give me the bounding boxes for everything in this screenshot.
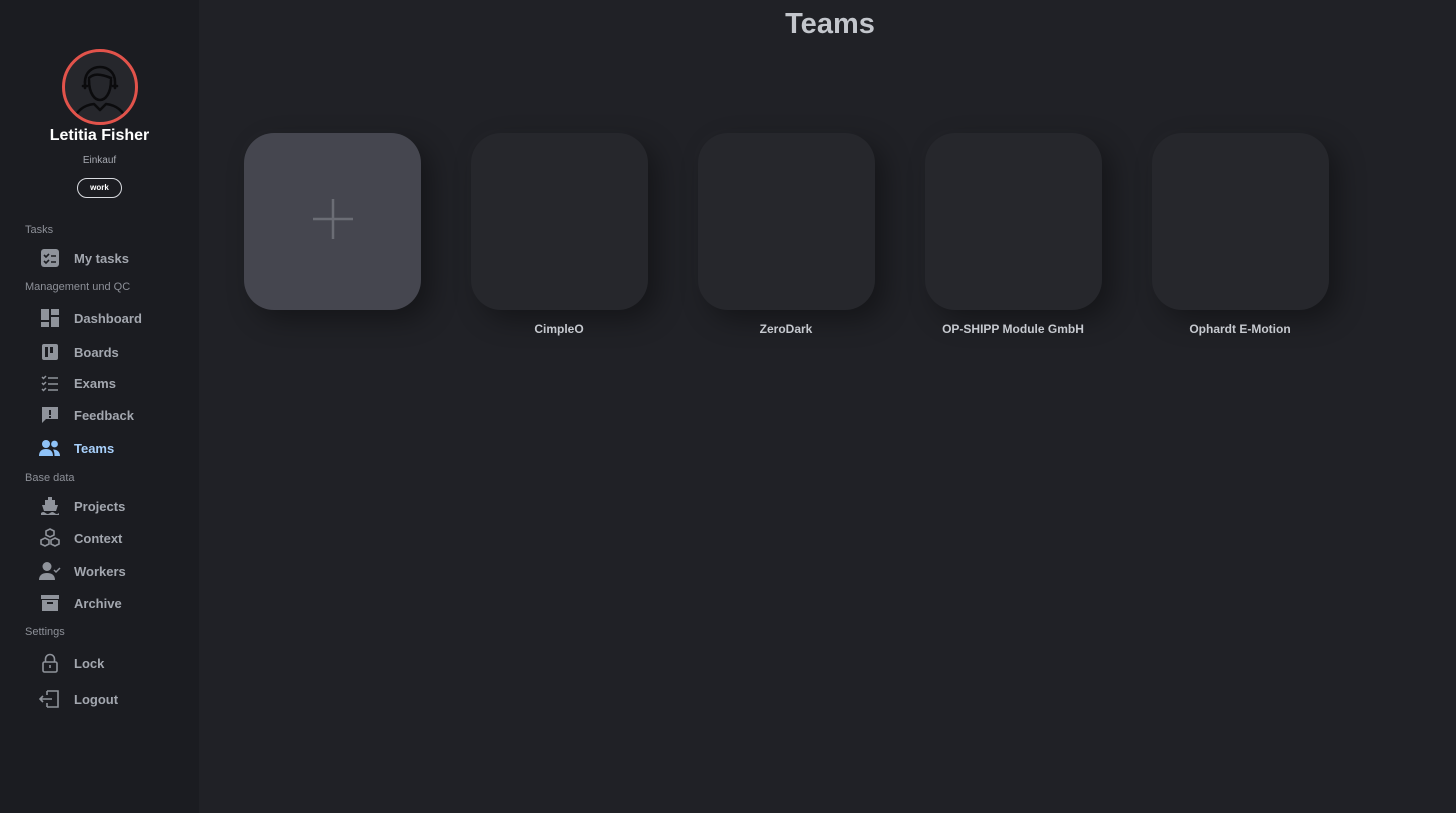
page-title: Teams xyxy=(785,8,875,40)
user-avatar-icon[interactable] xyxy=(62,49,138,125)
sidebar-item-label: Workers xyxy=(74,563,126,579)
sidebar-item-label: Boards xyxy=(74,344,119,360)
sidebar-item-dashboard[interactable]: Dashboard xyxy=(38,306,188,330)
user-tag-badge[interactable]: work xyxy=(77,178,122,198)
sidebar-item-logout[interactable]: Logout xyxy=(38,687,188,711)
team-name: CimpleO xyxy=(534,322,584,336)
archive-box-icon xyxy=(38,591,62,615)
sidebar-item-label: Logout xyxy=(74,691,119,707)
sidebar-item-teams[interactable]: Teams xyxy=(38,436,188,460)
sidebar: Letitia Fisher Einkauf work Tasks My tas… xyxy=(0,0,199,813)
sidebar-item-label: Lock xyxy=(74,655,105,671)
user-check-icon xyxy=(38,559,62,583)
team-card-op-shipp[interactable] xyxy=(925,133,1102,310)
people-icon xyxy=(38,436,62,460)
ship-icon xyxy=(38,494,62,518)
team-card-zerodark[interactable] xyxy=(698,133,875,310)
sidebar-item-my-tasks[interactable]: My tasks xyxy=(38,246,188,270)
sidebar-item-label: Feedback xyxy=(74,407,134,423)
sidebar-item-projects[interactable]: Projects xyxy=(38,494,188,518)
app-root: Letitia Fisher Einkauf work Tasks My tas… xyxy=(0,0,1456,813)
sidebar-item-lock[interactable]: Lock xyxy=(38,651,188,675)
user-department: Einkauf xyxy=(82,155,117,166)
plus-icon xyxy=(311,197,355,246)
section-label-settings: Settings xyxy=(25,626,65,638)
sidebar-item-label: My tasks xyxy=(74,250,129,266)
sidebar-item-workers[interactable]: Workers xyxy=(38,559,188,583)
sidebar-item-label: Teams xyxy=(74,440,115,456)
cubes-icon xyxy=(38,526,62,550)
user-name: Letitia Fisher xyxy=(49,127,150,144)
section-label-management: Management und QC xyxy=(25,281,131,293)
sidebar-item-feedback[interactable]: Feedback xyxy=(38,403,188,427)
checklist-icon xyxy=(38,371,62,395)
sidebar-item-label: Archive xyxy=(74,595,122,611)
sidebar-item-label: Projects xyxy=(74,498,126,514)
sidebar-item-label: Context xyxy=(74,530,123,546)
lock-icon xyxy=(38,651,62,675)
sidebar-item-boards[interactable]: Boards xyxy=(38,340,188,364)
team-card-cimpleo[interactable] xyxy=(471,133,648,310)
sidebar-item-label: Dashboard xyxy=(74,310,142,326)
section-label-tasks: Tasks xyxy=(25,224,54,236)
sidebar-item-label: Exams xyxy=(74,375,116,391)
section-label-base-data: Base data xyxy=(25,472,75,484)
sidebar-item-context[interactable]: Context xyxy=(38,526,188,550)
team-name: OP-SHIPP Module GmbH xyxy=(942,322,1084,336)
team-name: Ophardt E-Motion xyxy=(1189,322,1291,336)
sidebar-item-archive[interactable]: Archive xyxy=(38,591,188,615)
add-team-button[interactable] xyxy=(244,133,421,310)
feedback-icon xyxy=(38,403,62,427)
task-checklist-icon xyxy=(38,246,62,270)
kanban-board-icon xyxy=(38,340,62,364)
sidebar-item-exams[interactable]: Exams xyxy=(38,371,188,395)
dashboard-icon xyxy=(38,306,62,330)
team-card-ophardt[interactable] xyxy=(1152,133,1329,310)
logout-icon xyxy=(38,687,62,711)
team-name: ZeroDark xyxy=(759,322,813,336)
